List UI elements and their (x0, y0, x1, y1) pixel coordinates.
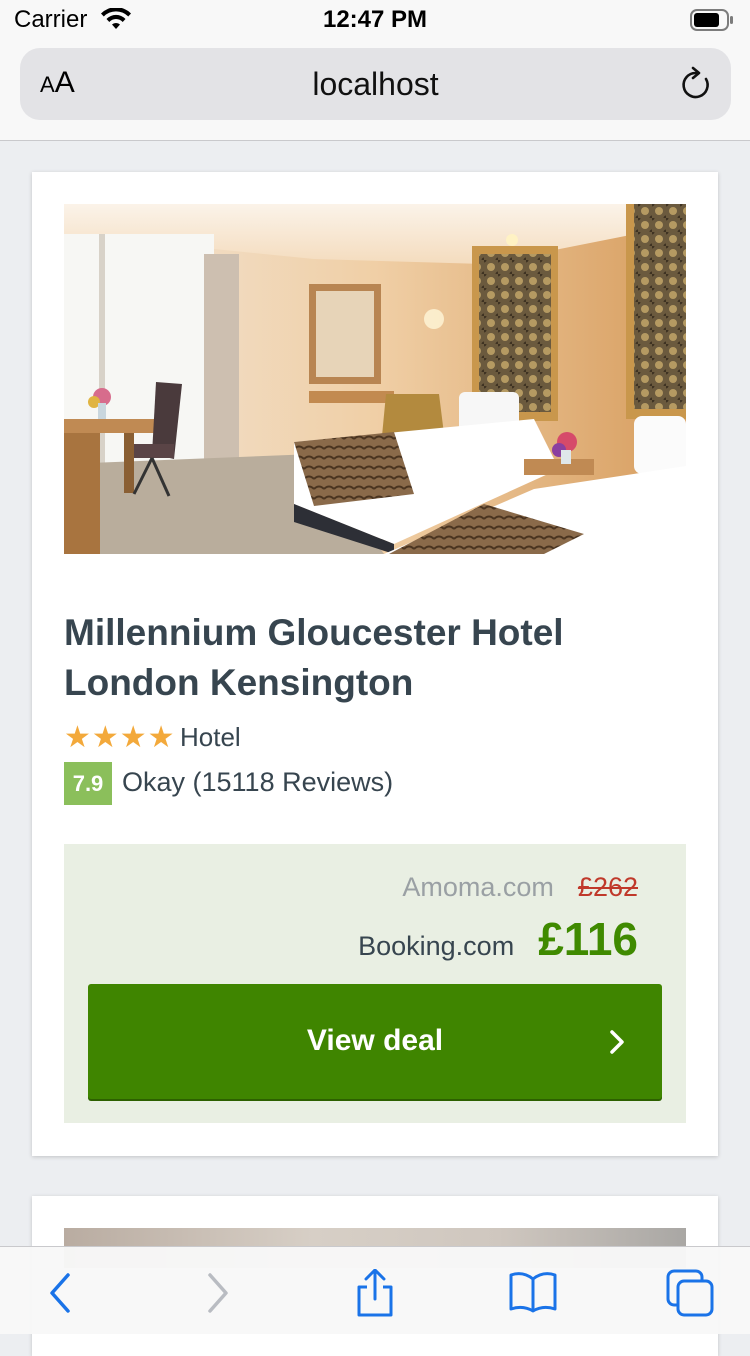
property-type: Hotel (180, 722, 241, 752)
bookmarks-icon[interactable] (505, 1269, 561, 1317)
hotel-card[interactable]: Millennium Gloucester Hotel London Kensi… (32, 172, 718, 1156)
status-bar: Carrier 12:47 PM (0, 0, 750, 40)
reload-icon[interactable] (679, 66, 713, 107)
battery-icon (690, 9, 734, 38)
view-deal-button[interactable]: View deal (88, 984, 662, 1099)
best-offer: Booking.com £116 (358, 912, 638, 966)
tabs-icon[interactable] (662, 1269, 718, 1317)
alternate-provider: Amoma.com (402, 872, 554, 902)
alternate-price: £262 (577, 872, 638, 902)
view-deal-label: View deal (306, 1024, 444, 1057)
browser-toolbar (0, 1246, 750, 1334)
best-provider: Booking.com (358, 931, 515, 961)
clock: 12:47 PM (322, 6, 428, 33)
forward-icon[interactable] (190, 1269, 246, 1317)
back-icon[interactable] (34, 1269, 90, 1317)
star-rating: ★★★★ (64, 721, 176, 754)
share-icon[interactable] (347, 1268, 403, 1317)
review-summary: Okay (15118 Reviews) (122, 767, 394, 797)
url-field[interactable]: AA localhost (20, 48, 731, 120)
browser-address-bar: AA localhost (0, 40, 750, 141)
review-score-badge: 7.9 (64, 762, 112, 805)
hotel-photo[interactable] (64, 204, 686, 554)
chevron-right-icon (608, 1028, 626, 1064)
deal-panel: Amoma.com £262 Booking.com £116 View dea… (64, 844, 686, 1123)
url-text: localhost (312, 66, 439, 102)
alternate-offer: Amoma.com £262 (402, 872, 638, 903)
hotel-name[interactable]: Millennium Gloucester Hotel London Kensi… (64, 608, 674, 708)
best-price: £116 (538, 913, 638, 965)
